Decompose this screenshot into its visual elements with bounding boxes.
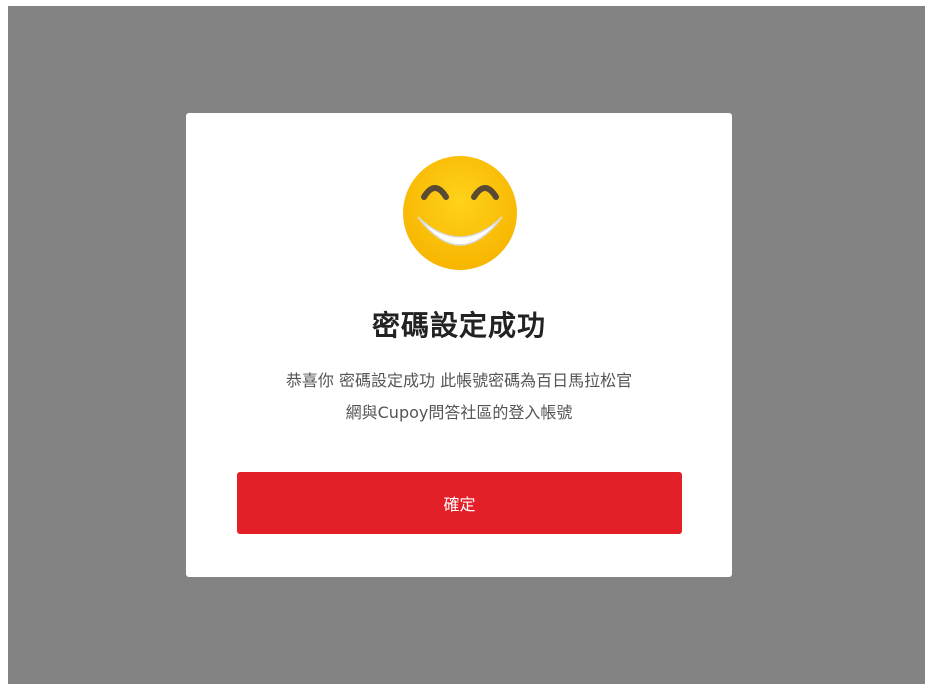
dialog-title: 密碼設定成功 [371,309,546,342]
confirm-button[interactable]: 確定 [237,472,682,534]
dialog-message: 恭喜你 密碼設定成功 此帳號密碼為百日馬拉松官 網與Cupoy問答社區的登入帳號 [226,365,692,429]
dialog-message-line-1: 恭喜你 密碼設定成功 此帳號密碼為百日馬拉松官 [285,371,633,390]
success-dialog: 密碼設定成功 恭喜你 密碼設定成功 此帳號密碼為百日馬拉松官 網與Cupoy問答… [186,113,732,577]
dialog-message-line-2: 網與Cupoy問答社區的登入帳號 [345,403,573,422]
smiley-face-icon [403,156,517,270]
